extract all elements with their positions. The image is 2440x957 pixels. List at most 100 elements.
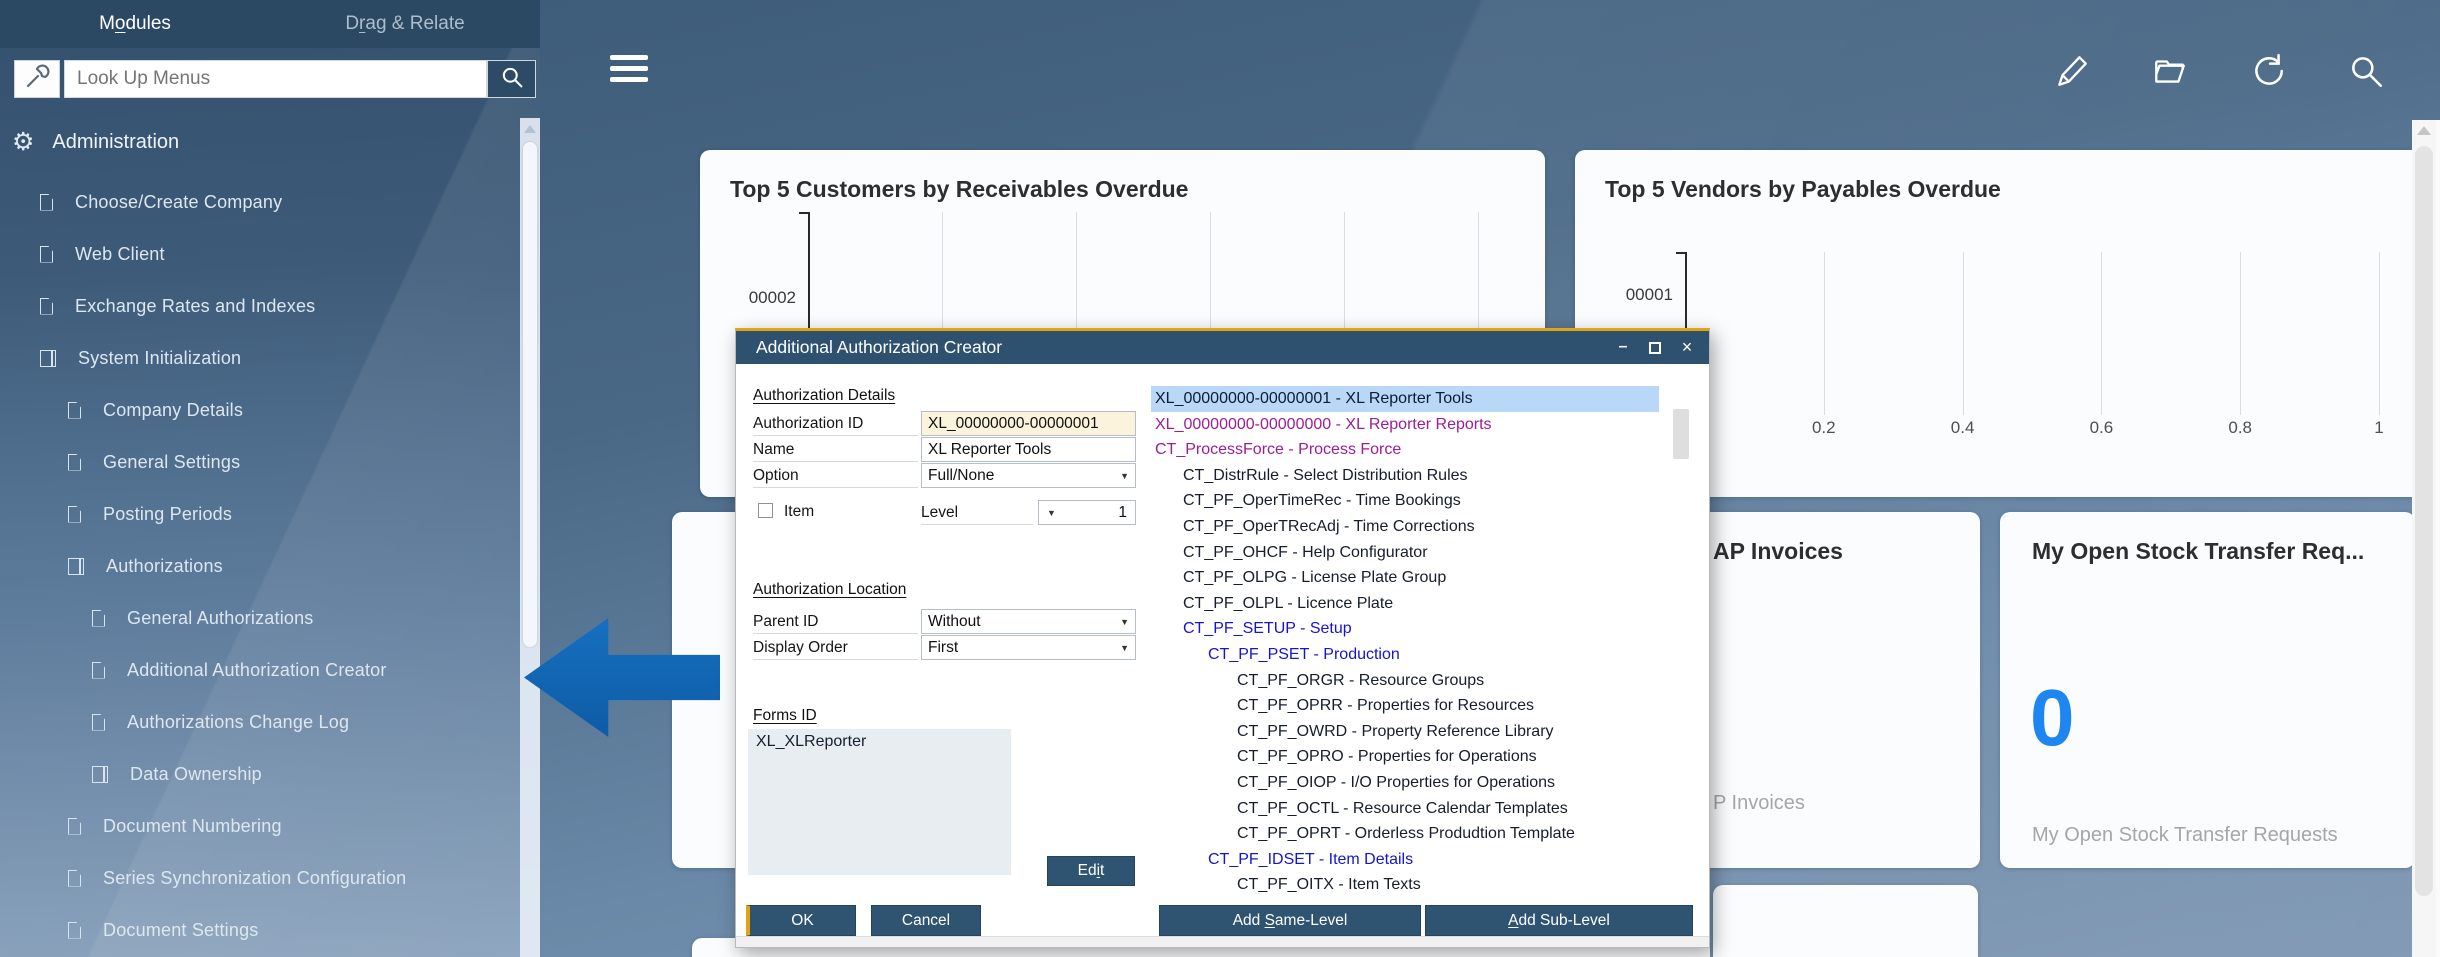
item-checkbox[interactable]: [758, 503, 773, 518]
display-order-label: Display Order: [753, 635, 918, 660]
menu-search-row: [0, 60, 540, 100]
maximize-icon[interactable]: [1647, 340, 1663, 356]
chevron-down-icon: ▼: [1120, 643, 1129, 653]
option-dropdown[interactable]: Full/None▼: [921, 463, 1136, 488]
sidebar-item-general-settings[interactable]: General Settings: [0, 436, 520, 488]
tree-item[interactable]: CT_PF_OIOP - I/O Properties for Operatio…: [1151, 770, 1659, 796]
tree-item[interactable]: CT_PF_OITX - Item Texts: [1151, 872, 1659, 898]
minimize-icon[interactable]: –: [1615, 340, 1631, 356]
tree-item[interactable]: CT_PF_OPRR - Properties for Resources: [1151, 693, 1659, 719]
ok-button[interactable]: OK: [746, 905, 856, 936]
display-order-dropdown[interactable]: First ▼: [921, 635, 1136, 660]
scroll-up-icon[interactable]: [2417, 126, 2431, 135]
sidebar-item-label: Exchange Rates and Indexes: [75, 296, 315, 317]
tree-item[interactable]: CT_PF_OLPG - License Plate Group: [1151, 565, 1659, 591]
sidebar-item-additional-authorization-creator[interactable]: Additional Authorization Creator: [0, 644, 520, 696]
tree-item[interactable]: CT_ProcessForce - Process Force: [1151, 437, 1659, 463]
menu-search-button[interactable]: [487, 60, 536, 98]
forms-id-item[interactable]: XL_XLReporter: [756, 733, 1003, 751]
search-icon: [500, 65, 524, 94]
tree-item[interactable]: CT_PF_OWRD - Property Reference Library: [1151, 719, 1659, 745]
dialog-titlebar[interactable]: Additional Authorization Creator: [736, 331, 1709, 364]
document-icon: [68, 818, 81, 835]
tree-item[interactable]: CT_PF_OLPL - Licence Plate: [1151, 591, 1659, 617]
main-scrollbar[interactable]: [2412, 120, 2436, 957]
parent-id-label: Parent ID: [753, 609, 918, 634]
tab-modules[interactable]: Modules: [0, 0, 270, 48]
gridline: [1824, 252, 1825, 415]
sidebar-item-general-authorizations[interactable]: General Authorizations: [0, 592, 520, 644]
x-tick-label: 0.8: [2210, 418, 2270, 438]
tree-item[interactable]: CT_PF_IDSET - Item Details: [1151, 847, 1659, 873]
sidebar-item-label: Document Settings: [103, 920, 258, 941]
tree-item[interactable]: CT_PF_ORGR - Resource Groups: [1151, 668, 1659, 694]
tree-item[interactable]: CT_PF_PSET - Production: [1151, 642, 1659, 668]
tree-item[interactable]: XL_00000000-00000000 - XL Reporter Repor…: [1151, 412, 1659, 438]
tree-item[interactable]: CT_PF_OHCF - Help Configurator: [1151, 540, 1659, 566]
level-stepper[interactable]: ▼ 1: [1038, 500, 1136, 525]
name-field[interactable]: [921, 437, 1136, 462]
sidebar-item-data-ownership[interactable]: Data Ownership: [0, 748, 520, 800]
sidebar-item-label: Authorizations Change Log: [127, 712, 349, 733]
tree-item[interactable]: CT_PF_OperTRecAdj - Time Corrections: [1151, 514, 1659, 540]
sidebar-item-system-initialization[interactable]: System Initialization: [0, 332, 520, 384]
sidebar-item-posting-periods[interactable]: Posting Periods: [0, 488, 520, 540]
chevron-down-icon: ▼: [1120, 617, 1129, 627]
tree-item[interactable]: XL_00000000-00000001 - XL Reporter Tools: [1151, 386, 1659, 412]
document-icon: [92, 610, 105, 627]
document-icon: [68, 506, 81, 523]
forms-id-listbox[interactable]: XL_XLReporter: [748, 729, 1011, 875]
scroll-up-icon[interactable]: [524, 125, 536, 133]
sidebar-item-authorizations-change-log[interactable]: Authorizations Change Log: [0, 696, 520, 748]
tab-drag-relate[interactable]: Drag & Relate: [270, 0, 540, 48]
sidebar-item-company-details[interactable]: Company Details: [0, 384, 520, 436]
section-authorization-details: Authorization Details: [753, 387, 895, 405]
chevron-down-icon[interactable]: ▼: [1047, 508, 1056, 518]
edit-pencil-icon[interactable]: [2053, 52, 2091, 90]
edit-button[interactable]: Edit: [1047, 856, 1135, 886]
sidebar-item-authorizations[interactable]: Authorizations: [0, 540, 520, 592]
x-tick-label: 1: [2349, 418, 2409, 438]
tree-item[interactable]: CT_PF_SETUP - Setup: [1151, 616, 1659, 642]
search-input[interactable]: [64, 60, 487, 98]
gridline: [1963, 252, 1964, 415]
folder-icon: [92, 766, 108, 783]
open-folder-icon[interactable]: [2151, 52, 2189, 90]
sidebar-item-label: Document Numbering: [103, 816, 282, 837]
wrench-button[interactable]: [14, 60, 60, 98]
sidebar-item-administration[interactable]: ⚙Administration: [0, 118, 520, 166]
sidebar-scrollbar[interactable]: [520, 118, 540, 957]
main-scrollbar-thumb[interactable]: [2415, 146, 2433, 896]
tree-item[interactable]: CT_DistrRule - Select Distribution Rules: [1151, 463, 1659, 489]
add-same-level-button[interactable]: Add Same-Level: [1159, 905, 1421, 936]
sidebar-item-series-synchronization-configuration[interactable]: Series Synchronization Configuration: [0, 852, 520, 904]
close-icon[interactable]: ×: [1679, 340, 1695, 356]
add-sub-level-button[interactable]: Add Sub-Level: [1425, 905, 1693, 936]
sidebar-item-document-numbering[interactable]: Document Numbering: [0, 800, 520, 852]
tab-label: D: [345, 13, 359, 34]
cancel-button[interactable]: Cancel: [871, 905, 981, 936]
tree-item[interactable]: CT_PF_OCTL - Resource Calendar Templates: [1151, 796, 1659, 822]
tree-scrollbar-thumb[interactable]: [1673, 409, 1689, 459]
document-icon: [92, 714, 105, 731]
tree-item[interactable]: CT_PF_OPRT - Orderless Produdtion Templa…: [1151, 821, 1659, 847]
sidebar-item-choose-create-company[interactable]: Choose/Create Company: [0, 176, 520, 228]
sidebar-scrollbar-thumb[interactable]: [523, 142, 537, 647]
tree-item[interactable]: CT_PF_OPRO - Properties for Operations: [1151, 744, 1659, 770]
sidebar-item-exchange-rates-and-indexes[interactable]: Exchange Rates and Indexes: [0, 280, 520, 332]
refresh-icon[interactable]: [2249, 52, 2287, 90]
sidebar-item-document-settings[interactable]: Document Settings: [0, 904, 520, 956]
hamburger-menu-icon[interactable]: [610, 53, 648, 85]
sidebar-item-label: Web Client: [75, 244, 165, 265]
sidebar-item-web-client[interactable]: Web Client: [0, 228, 520, 280]
gridline: [2101, 252, 2102, 415]
tree-item[interactable]: CT_PF_OperTimeRec - Time Bookings: [1151, 488, 1659, 514]
stock-transfer-count: 0: [2030, 672, 2075, 764]
search-icon[interactable]: [2347, 52, 2385, 90]
category-label: 00001: [1575, 285, 1673, 305]
display-order-value: First: [928, 639, 958, 657]
authorization-id-field[interactable]: [921, 411, 1136, 436]
section-forms-id: Forms ID: [753, 707, 817, 725]
parent-id-dropdown[interactable]: Without▼: [921, 609, 1136, 634]
sidebar-item-label: Data Ownership: [130, 764, 262, 785]
